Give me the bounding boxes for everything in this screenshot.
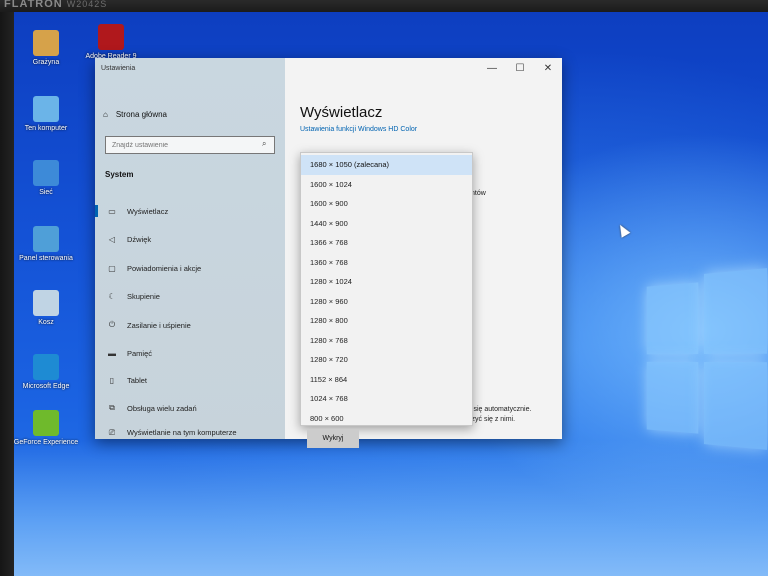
sidebar-item-label: Skupienie [127, 291, 160, 301]
minimize-button[interactable]: — [478, 58, 506, 78]
monitor-icon: ▭ [108, 206, 116, 216]
monitor-brand: FLATRON W2042S [4, 0, 108, 10]
edge-browser-icon [33, 354, 59, 380]
window-title: Ustawienia [101, 65, 136, 72]
page-title: Wyświetlacz [300, 104, 383, 121]
desktop-icon-geforce[interactable]: GeForce Experience [14, 410, 81, 447]
sidebar-item-label: Dźwięk [127, 234, 152, 244]
section-title-system: System [105, 170, 134, 179]
monitor-model: W2042S [66, 0, 108, 9]
control-panel-icon [33, 226, 59, 252]
resolution-option[interactable]: 1280 × 960 [301, 292, 472, 312]
resolution-option[interactable]: 1280 × 1024 [301, 272, 472, 292]
sidebar-item-label: Powiadomienia i akcje [127, 263, 202, 273]
desktop-icon-control-panel[interactable]: Panel sterowania [14, 226, 81, 263]
recycle-bin-icon [33, 290, 59, 316]
resolution-option[interactable]: 1280 × 768 [301, 331, 472, 351]
resolution-option[interactable]: 1280 × 800 [301, 311, 472, 331]
storage-icon: ▬ [108, 348, 116, 358]
sidebar-item-power[interactable]: ⏻ Zasilanie i uśpienie [95, 315, 285, 335]
resolution-option[interactable]: 1024 × 768 [301, 389, 472, 409]
desktop-icon-label: Ten komputer [24, 125, 68, 132]
desktop-icon-label: Kosz [38, 319, 54, 326]
wallpaper-light [14, 440, 768, 576]
desktop-icon-grazyna[interactable]: Grażyna [14, 30, 81, 67]
sidebar-item-sound[interactable]: ◁ Dźwięk [95, 229, 285, 249]
sidebar-item-label: Tablet [127, 375, 148, 385]
tablet-icon: ▯ [109, 375, 115, 385]
computer-icon [33, 96, 59, 122]
nvidia-icon [33, 410, 59, 436]
settings-search-input[interactable] [105, 136, 275, 154]
mouse-cursor-icon [615, 222, 631, 238]
desktop-icon-label: GeForce Experience [14, 439, 79, 446]
user-folder-icon [33, 30, 59, 56]
sidebar-item-notifications[interactable]: ▢ Powiadomienia i akcje [95, 258, 285, 278]
resolution-option[interactable]: 1152 × 864 [301, 370, 472, 390]
home-link[interactable]: ⌂ Strona główna [103, 110, 167, 119]
sidebar-item-label: Pamięć [127, 348, 153, 358]
monitor-bezel-top: FLATRON W2042S [0, 0, 768, 12]
resolution-option[interactable]: 1280 × 720 [301, 350, 472, 370]
detect-button-visible[interactable]: Wykryj [307, 430, 359, 448]
desktop-icon-label: Grażyna [32, 59, 60, 66]
resolution-option[interactable]: 1600 × 900 [301, 194, 472, 214]
home-label: Strona główna [115, 110, 167, 119]
resolution-option[interactable]: 1680 × 1050 (zalecana) [301, 155, 472, 175]
resolution-option[interactable]: 1366 × 768 [301, 233, 472, 253]
desktop-icon-label: Panel sterowania [19, 255, 73, 262]
sidebar-item-storage[interactable]: ▬ Pamięć [95, 343, 285, 363]
desktop-icon-label: Microsoft Edge [22, 383, 70, 390]
sidebar-item-label: Wyświetlanie na tym komputerze [127, 428, 237, 437]
multitask-icon: ⧉ [109, 403, 115, 412]
close-button[interactable]: ✕ [534, 58, 562, 78]
power-icon: ⏻ [108, 320, 116, 329]
sidebar-item-label: Obsługa wielu zadań [127, 403, 197, 413]
notification-icon: ▢ [108, 263, 116, 273]
resolution-option[interactable]: 800 × 600 [301, 409, 472, 429]
desktop-icon-label: Sieć [39, 189, 53, 196]
obscured-text-fragment: ntów [471, 190, 486, 197]
wallpaper-windows-logo [646, 268, 768, 450]
maximize-button[interactable]: ☐ [506, 58, 534, 78]
sidebar-item-display[interactable]: ▭ Wyświetlacz [95, 201, 285, 221]
home-icon: ⌂ [103, 110, 108, 119]
resolution-option[interactable]: 1360 × 768 [301, 253, 472, 273]
sidebar-item-tablet[interactable]: ▯ Tablet [95, 370, 285, 390]
desktop-icon-network[interactable]: Sieć [14, 160, 81, 197]
search-icon[interactable]: ⌕ [262, 139, 266, 149]
desktop-icon-edge[interactable]: Microsoft Edge [14, 354, 81, 391]
desktop-icon-adobe-reader[interactable]: Adobe Reader 9 [76, 24, 146, 61]
sidebar-item-label: Wyświetlacz [127, 206, 169, 216]
desktop-icon-recycle-bin[interactable]: Kosz [14, 290, 81, 327]
resolution-option[interactable]: 1440 × 900 [301, 214, 472, 234]
hd-color-settings-link[interactable]: Ustawienia funkcji Windows HD Color [300, 126, 417, 133]
moon-icon: ☾ [108, 291, 116, 301]
window-controls: — ☐ ✕ [478, 58, 562, 78]
resolution-option[interactable]: 1600 × 1024 [301, 175, 472, 195]
sidebar-item-label: Zasilanie i uśpienie [127, 320, 191, 330]
project-icon: ⎚ [108, 427, 116, 437]
obscured-text-fragment: czyć się z nimi. [468, 416, 516, 423]
window-titlebar[interactable]: Ustawienia [95, 58, 285, 82]
resolution-dropdown-list[interactable]: 1680 × 1050 (zalecana) 1600 × 1024 1600 … [300, 152, 473, 426]
desktop-icon-this-pc[interactable]: Ten komputer [14, 96, 81, 133]
sidebar-item-multitasking[interactable]: ⧉ Obsługa wielu zadań [95, 398, 285, 418]
sidebar-item-focus[interactable]: ☾ Skupienie [95, 286, 285, 306]
settings-sidebar: Ustawienia ⌂ Strona główna ⌕ System ▭ Wy… [95, 58, 285, 439]
sidebar-item-projecting[interactable]: ⎚ Wyświetlanie na tym komputerze [95, 426, 285, 439]
obscured-text-fragment: y się automatycznie. [468, 406, 532, 413]
adobe-reader-icon [98, 24, 124, 50]
network-globe-icon [33, 160, 59, 186]
speaker-icon: ◁ [108, 234, 116, 244]
